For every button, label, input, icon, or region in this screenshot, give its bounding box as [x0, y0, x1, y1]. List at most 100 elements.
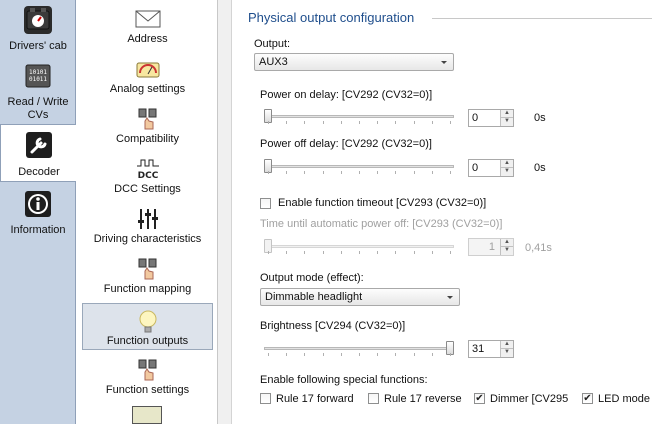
spinbox-value: 0: [472, 112, 479, 124]
auto-off-slider[interactable]: [264, 238, 454, 254]
brightness-slider[interactable]: [264, 340, 454, 356]
spinbox-value: 1: [488, 241, 495, 253]
slider-tick: [359, 353, 360, 356]
category-driving-characteristics[interactable]: Driving characteristics: [82, 202, 213, 249]
spin-down-button[interactable]: ▼: [500, 118, 513, 126]
slider-tick: [432, 353, 433, 356]
power-on-delay-unit: 0s: [534, 112, 546, 124]
auto-off-label: Time until automatic power off: [CV293 (…: [260, 218, 503, 230]
slider-tick: [268, 171, 269, 174]
nav-label: Decoder: [18, 166, 60, 178]
main-navigation: Drivers' cab 10101 01011 Read / Write CVs…: [0, 0, 77, 424]
brightness-spinbox[interactable]: 31 ▲ ▼: [468, 340, 514, 358]
slider-tick: [286, 251, 287, 254]
nav-item-information[interactable]: Information: [0, 188, 76, 240]
category-label: Function outputs: [106, 335, 189, 347]
category-function-outputs[interactable]: Function outputs: [82, 303, 213, 350]
enable-timeout-label: Enable function timeout [CV293 (CV32=0)]: [278, 197, 487, 209]
gauge-icon: [24, 6, 52, 34]
slider-tick: [268, 121, 269, 124]
slider-tick: [414, 121, 415, 124]
svg-text:01011: 01011: [29, 76, 47, 83]
output-mode-value: Dimmable headlight: [265, 291, 363, 303]
auto-off-spinbox[interactable]: 1 ▲ ▼: [468, 238, 514, 256]
slider-track: [264, 245, 454, 248]
spin-up-button[interactable]: ▲: [500, 341, 513, 349]
category-label: Function mapping: [103, 283, 192, 295]
slider-tick: [304, 171, 305, 174]
slider-tick: [359, 251, 360, 254]
nav-item-read-write-cvs[interactable]: 10101 01011 Read / Write CVs: [0, 60, 76, 122]
meter-icon: [134, 57, 162, 81]
envelope-icon: [134, 7, 162, 31]
slider-tick: [323, 251, 324, 254]
output-select[interactable]: AUX3: [254, 53, 454, 71]
spin-down-button[interactable]: ▼: [500, 168, 513, 176]
spinbox-value: 31: [472, 343, 485, 355]
chip-hand-icon: [134, 358, 162, 382]
spin-down-button[interactable]: ▼: [500, 349, 513, 357]
dimmer-label: Dimmer [CV295: [490, 393, 569, 405]
slider-tick: [323, 353, 324, 356]
board-icon: [132, 406, 162, 424]
power-off-delay-slider[interactable]: [264, 158, 454, 174]
svg-text:10101: 10101: [29, 69, 47, 76]
nav-item-drivers-cab[interactable]: Drivers' cab: [0, 4, 76, 56]
category-list: Address Analog settings Compatibility DC…: [76, 0, 218, 424]
led-mode-checkbox[interactable]: ✔: [582, 393, 593, 404]
enable-timeout-checkbox[interactable]: [260, 198, 271, 209]
power-on-delay-slider[interactable]: [264, 108, 454, 124]
slider-tick: [432, 171, 433, 174]
slider-tick: [377, 353, 378, 356]
output-select-value: AUX3: [259, 56, 288, 68]
auto-off-unit: 0,41s: [525, 242, 552, 254]
spin-up-button[interactable]: ▲: [500, 239, 513, 247]
info-icon: [24, 190, 52, 218]
rule17-forward-checkbox[interactable]: [260, 393, 271, 404]
slider-track: [264, 115, 454, 118]
power-on-delay-spinbox[interactable]: 0 ▲ ▼: [468, 109, 514, 127]
category-label: DCC Settings: [114, 183, 181, 195]
output-mode-select[interactable]: Dimmable headlight: [260, 288, 460, 306]
slider-tick: [304, 251, 305, 254]
category-analog-settings[interactable]: Analog settings: [82, 52, 213, 99]
slider-tick: [432, 251, 433, 254]
sliders-icon: [134, 207, 162, 231]
splitter[interactable]: [218, 0, 232, 424]
slider-tick: [304, 121, 305, 124]
group-divider: [432, 18, 652, 19]
category-address[interactable]: Address: [82, 2, 213, 49]
slider-tick: [377, 121, 378, 124]
slider-tick: [414, 251, 415, 254]
slider-track: [264, 347, 454, 350]
nav-item-decoder[interactable]: Decoder: [0, 124, 77, 182]
spinbox-value: 0: [472, 162, 479, 174]
spin-up-button[interactable]: ▲: [500, 110, 513, 118]
slider-tick: [450, 171, 451, 174]
power-on-delay-label: Power on delay: [CV292 (CV32=0)]: [260, 89, 433, 101]
power-off-delay-label: Power off delay: [CV292 (CV32=0)]: [260, 138, 432, 150]
brightness-label: Brightness [CV294 (CV32=0)]: [260, 320, 406, 332]
slider-tick: [414, 171, 415, 174]
category-dcc-settings[interactable]: DCC DCC Settings: [82, 152, 213, 199]
category-compatibility[interactable]: Compatibility: [82, 102, 213, 149]
power-off-delay-spinbox[interactable]: 0 ▲ ▼: [468, 159, 514, 177]
category-label: Analog settings: [109, 83, 186, 95]
lightbulb-icon: [134, 309, 162, 333]
slider-tick: [359, 121, 360, 124]
category-function-settings[interactable]: Function settings: [82, 353, 213, 400]
slider-tick: [377, 171, 378, 174]
chip-hand-icon: [134, 257, 162, 281]
slider-tick: [341, 121, 342, 124]
slider-tick: [395, 251, 396, 254]
dimmer-checkbox[interactable]: ✔: [474, 393, 485, 404]
slider-tick: [323, 171, 324, 174]
output-config-panel: Physical output configuration Output: AU…: [232, 0, 660, 424]
dcc-icon-text: DCC: [137, 171, 158, 181]
spin-down-button[interactable]: ▼: [500, 247, 513, 255]
spin-up-button[interactable]: ▲: [500, 160, 513, 168]
category-label: Driving characteristics: [93, 233, 202, 245]
slider-track: [264, 165, 454, 168]
rule17-reverse-checkbox[interactable]: [368, 393, 379, 404]
category-function-mapping[interactable]: Function mapping: [82, 252, 213, 299]
